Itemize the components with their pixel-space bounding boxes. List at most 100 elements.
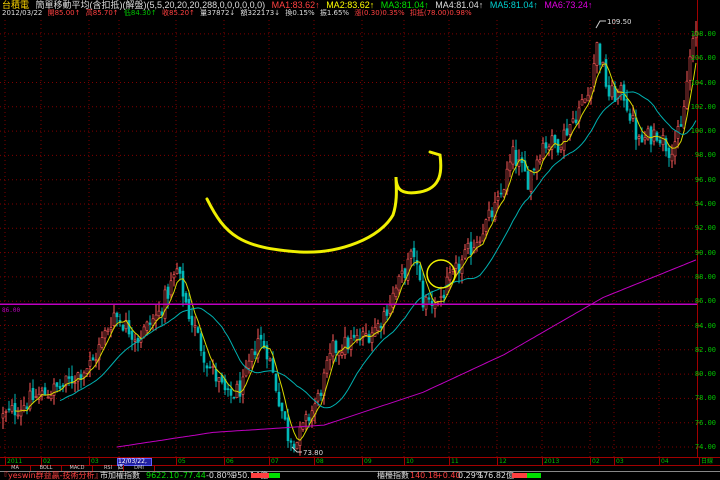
candle-up bbox=[376, 323, 380, 332]
candle-up bbox=[328, 352, 332, 361]
candle-down bbox=[178, 266, 182, 274]
candle-down bbox=[658, 139, 662, 144]
candle-up bbox=[673, 141, 677, 157]
y-tick-label: 92.00 bbox=[694, 224, 716, 233]
candle-down bbox=[532, 168, 536, 171]
candle-up bbox=[295, 442, 299, 450]
candle-down bbox=[307, 417, 311, 421]
candle-down bbox=[25, 406, 29, 409]
candle-up bbox=[610, 85, 614, 98]
candle-down bbox=[514, 149, 518, 166]
candle-up bbox=[100, 337, 104, 348]
y-tick-label: 84.00 bbox=[694, 321, 716, 330]
candle-up bbox=[142, 326, 146, 338]
candle-up bbox=[16, 414, 20, 417]
candle-up bbox=[154, 314, 158, 321]
close-value: 收85.20↑ bbox=[162, 9, 195, 17]
candle-down bbox=[184, 293, 188, 303]
change-value: 漲(0.30)0.35% bbox=[354, 9, 405, 17]
candlestick-chart[interactable]: 86.00 109.50 73.80 bbox=[0, 0, 720, 457]
candle-up bbox=[400, 270, 404, 275]
candle-up bbox=[94, 359, 98, 362]
candle-down bbox=[232, 396, 236, 399]
date-value: 2012/03/22 bbox=[2, 9, 43, 17]
min-label: 73.80 bbox=[303, 449, 323, 457]
x-tick-label: 05 bbox=[176, 458, 186, 465]
candle-up bbox=[424, 296, 428, 310]
x-tick-label: 02 bbox=[41, 458, 51, 465]
candle-down bbox=[253, 351, 257, 356]
candle-down bbox=[259, 334, 263, 340]
candle-up bbox=[157, 310, 161, 317]
candle-down bbox=[166, 286, 170, 299]
candle-down bbox=[280, 402, 284, 412]
candle-down bbox=[367, 334, 371, 343]
y-tick-label: 108.00 bbox=[690, 29, 716, 38]
candle-down bbox=[334, 340, 338, 353]
amplitude-value: 振1.65% bbox=[319, 9, 350, 17]
candle-down bbox=[667, 147, 671, 158]
candle-up bbox=[241, 376, 245, 395]
candle-down bbox=[565, 128, 569, 136]
y-tick-label: 80.00 bbox=[694, 370, 716, 379]
candle-up bbox=[592, 63, 596, 87]
candle-down bbox=[226, 388, 230, 390]
candle-up bbox=[388, 304, 392, 314]
candle-up bbox=[85, 368, 89, 374]
candle-up bbox=[268, 358, 272, 362]
candle-up bbox=[586, 94, 590, 102]
x-tick-label: 03 bbox=[89, 458, 99, 465]
ma20-line bbox=[59, 91, 697, 409]
x-tick-label: 07 bbox=[269, 458, 279, 465]
candle-down bbox=[634, 117, 638, 140]
candle-up bbox=[547, 146, 551, 150]
candle-up bbox=[373, 326, 377, 337]
x-tick-label: 08 bbox=[314, 458, 324, 465]
candle-up bbox=[463, 249, 467, 259]
candle-up bbox=[478, 240, 482, 243]
candle-up bbox=[169, 280, 173, 296]
index1-up-bar bbox=[251, 473, 269, 478]
candle-down bbox=[418, 265, 422, 281]
candle-down bbox=[379, 325, 383, 329]
y-tick-label: 74.00 bbox=[694, 443, 716, 451]
candle-up bbox=[52, 383, 56, 396]
candle-down bbox=[229, 388, 233, 396]
candle-down bbox=[58, 386, 62, 389]
candle-down bbox=[7, 408, 11, 411]
candle-down bbox=[208, 366, 212, 369]
max-marker bbox=[595, 20, 606, 29]
candle-down bbox=[289, 440, 293, 443]
candle-down bbox=[283, 411, 287, 420]
candle-up bbox=[193, 325, 197, 328]
candle-up bbox=[250, 348, 254, 362]
candle-down bbox=[385, 309, 389, 316]
candle-up bbox=[475, 242, 479, 248]
candle-up bbox=[481, 233, 485, 242]
candle-down bbox=[181, 270, 185, 297]
candle-up bbox=[175, 268, 179, 275]
candle-up bbox=[571, 118, 575, 123]
candle-up bbox=[529, 171, 533, 192]
candle-up bbox=[73, 382, 77, 384]
candle-down bbox=[319, 392, 323, 396]
candle-down bbox=[277, 391, 281, 407]
period-label[interactable]: 日線 bbox=[699, 458, 713, 465]
candle-up bbox=[133, 339, 137, 342]
x-tick-label: 02 bbox=[590, 458, 600, 465]
candle-up bbox=[502, 189, 506, 197]
candle-up bbox=[106, 329, 110, 332]
candle-down bbox=[271, 358, 275, 373]
candle-up bbox=[631, 115, 635, 119]
candle-up bbox=[298, 426, 302, 446]
candle-up bbox=[583, 98, 587, 103]
y-tick-label: 90.00 bbox=[694, 248, 716, 257]
candle-up bbox=[82, 372, 86, 378]
candle-up bbox=[4, 411, 8, 413]
candle-up bbox=[10, 405, 14, 412]
candle-up bbox=[466, 242, 470, 250]
candle-down bbox=[61, 384, 65, 387]
candle-up bbox=[454, 262, 458, 269]
candle-up bbox=[103, 330, 107, 339]
y-tick-label: 106.00 bbox=[690, 54, 716, 63]
